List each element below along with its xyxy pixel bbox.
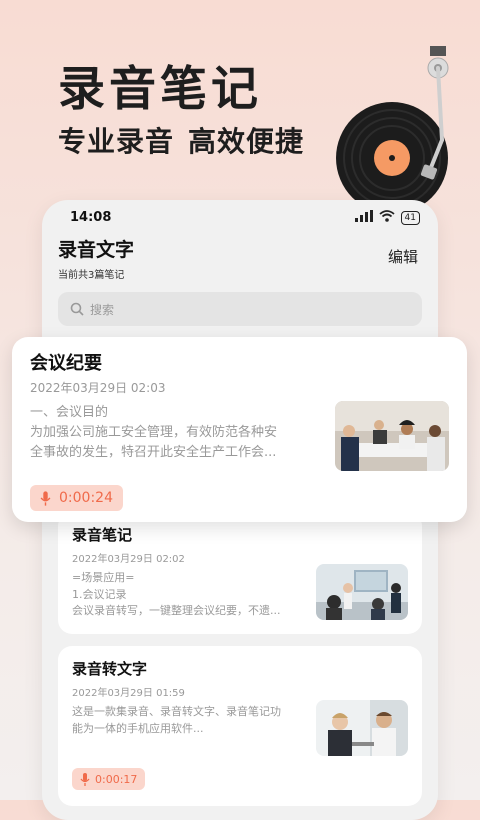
signal-icon [354,210,373,225]
vinyl-record-icon [336,46,449,214]
duration-badge[interactable]: 0:00:17 [72,768,146,790]
note-card-featured[interactable]: 会议纪要 2022年03月29日 02:03 一、会议目的 为加强公司施工安全管… [12,337,467,522]
status-time: 14:08 [70,210,112,225]
wifi-icon [378,210,395,225]
excerpt-line: 1.会议记录 [72,587,127,601]
note-card[interactable]: 录音笔记 2022年03月29日 02:02 =场景应用= 1.会议记录 会议录… [58,512,422,634]
note-card[interactable]: 录音转文字 2022年03月29日 01:59 这是一款集录音、录音转文字、录音… [58,646,422,806]
microphone-icon [40,490,51,506]
battery-icon: 41 [400,210,420,225]
duration-badge[interactable]: 0:00:24 [30,485,123,511]
note-excerpt: 这是一款集录音、录音转文字、录音笔记功 能为一体的手机应用软件... [72,704,302,737]
note-date: 2022年03月29日 01:59 [72,688,185,699]
edit-button[interactable]: 编辑 [388,246,418,267]
note-thumbnail [335,401,449,471]
note-date: 2022年03月29日 02:02 [72,554,185,565]
excerpt-line: 能为一体的手机应用软件... [72,721,204,735]
duration-text: 0:00:24 [59,490,113,506]
note-count: 当前共3篇笔记 [58,270,125,281]
microphone-icon [80,772,90,786]
note-excerpt: =场景应用= 1.会议记录 会议录音转写，一键整理会议纪要，不遗... [72,570,302,620]
excerpt-line: 一、会议目的 [30,405,109,420]
note-title: 录音转文字 [72,660,148,678]
search-icon [70,302,84,316]
note-date: 2022年03月29日 02:03 [30,381,166,395]
hero-subtitle-1: 专业录音 [58,125,175,158]
excerpt-line: 全事故的发生，特召开此安全生产工作会... [30,445,277,460]
note-thumbnail [316,700,408,756]
duration-text: 0:00:17 [95,772,138,786]
hero-subtitle-2: 高效便捷 [188,125,305,158]
status-icons: 41 [354,210,420,225]
note-title: 录音笔记 [72,526,133,544]
search-placeholder: 搜索 [90,302,115,317]
excerpt-line: 这是一款集录音、录音转文字、录音笔记功 [72,705,281,718]
excerpt-line: 会议录音转写，一键整理会议纪要，不遗... [72,604,281,617]
note-excerpt: 一、会议目的 为加强公司施工安全管理，有效防范各种安 全事故的发生，特召开此安全… [30,403,330,463]
search-input[interactable]: 搜索 [58,292,422,326]
note-title: 会议纪要 [30,353,102,374]
excerpt-line: =场景应用= [72,571,135,584]
excerpt-line: 为加强公司施工安全管理，有效防范各种安 [30,425,278,440]
hero-subtitle: 专业录音 高效便捷 [58,120,318,160]
hero-title: 录音笔记 [58,62,262,117]
page-title: 录音文字 [58,239,135,261]
note-thumbnail [316,564,408,620]
